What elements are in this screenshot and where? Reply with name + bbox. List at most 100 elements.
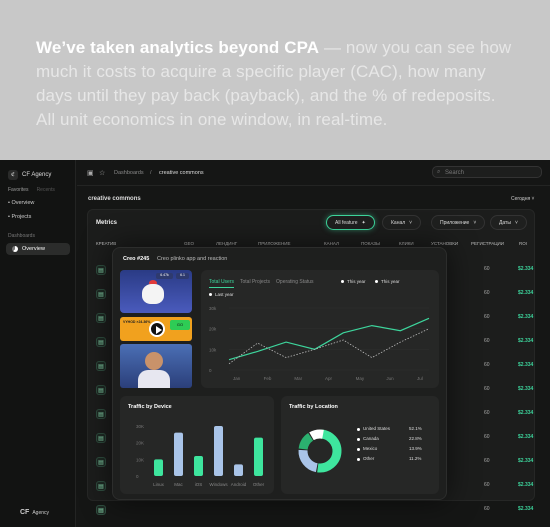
search-input[interactable]: ⌕ Search [432, 166, 542, 178]
x-tick-label: Android [231, 482, 247, 487]
cell-registrations: 60 [484, 386, 490, 392]
col-geo[interactable]: GEO [184, 241, 194, 246]
cell-roi: $2.334 [518, 314, 534, 320]
creative-icon: ▤ [96, 385, 106, 395]
creative-icon: ▤ [96, 409, 106, 419]
traffic-by-device-card: Traffic by Device 30K 20K 10K 0 Linux Mac iOS W… [120, 396, 274, 494]
tab-recents[interactable]: Recents [37, 187, 55, 193]
x-tick-label: Jun [386, 376, 394, 381]
sidebar-item-projects[interactable]: • Projects [8, 214, 31, 220]
cell-roi: $2.334 [518, 434, 534, 440]
creo-preview[interactable]: 6.47k 6.1 VYHOD ×24.36% GO [120, 270, 192, 388]
creo-stat-1: 6.47k [156, 273, 173, 279]
legend-label: Mexico [363, 446, 378, 451]
filter-app[interactable]: Приложение ˅ [431, 215, 486, 230]
brand-name: CF Agency [22, 172, 52, 178]
creo-stat-2: 6.1 [176, 273, 189, 279]
hero-banner: We’ve taken analytics beyond CPA — now y… [0, 0, 550, 160]
legend-item: Other 11.2% [357, 456, 432, 465]
filter-dates[interactable]: Даты ˅ [490, 215, 527, 230]
cell-registrations: 60 [484, 410, 490, 416]
creative-icon: ▤ [96, 337, 106, 347]
period-select[interactable]: Сегодня ˅ [511, 196, 534, 202]
pie-slice [317, 429, 342, 473]
breadcrumb-current: creative commons [159, 170, 204, 176]
sidebar-item-overview-active[interactable]: Overview [6, 243, 70, 255]
y-tick-label: 10k [209, 347, 217, 352]
y-tick-label: 0 [136, 474, 139, 479]
cell-roi: $2.334 [518, 290, 534, 296]
play-icon[interactable] [149, 321, 165, 337]
cell-roi: $2.334 [518, 458, 534, 464]
series-line-1 [228, 328, 430, 365]
x-tick-label: Mac [174, 482, 183, 487]
x-tick-label: Jul [417, 376, 423, 381]
sidebar-item-label: Projects [11, 214, 32, 220]
creo-title: Creo #245 [123, 256, 150, 262]
pie-slice [298, 433, 314, 450]
creo-banner: VYHOD ×24.36% [123, 320, 151, 324]
col-clicks[interactable]: КЛИКИ [399, 241, 414, 246]
sidebar-section-dashboards: Dashboards [8, 233, 35, 239]
legend-value: 13.9% [409, 446, 422, 451]
y-tick-label: 0 [209, 368, 212, 373]
chicken-image [142, 284, 164, 304]
y-tick-label: 20K [136, 441, 144, 446]
sidebar-toggle-icon[interactable]: ▣ [87, 169, 94, 177]
legend-value: 22.8% [409, 436, 422, 441]
filter-channel[interactable]: Канал ˅ [382, 215, 422, 230]
col-installs[interactable]: УСТАНОВКИ [431, 241, 458, 246]
person-head [145, 352, 163, 370]
tab-favorites[interactable]: Favorites [8, 187, 29, 193]
bar [214, 426, 223, 476]
legend-item: Mexico 13.9% [357, 446, 432, 455]
col-app[interactable]: ПРИЛОЖЕНИЕ [258, 241, 290, 246]
cell-registrations: 60 [484, 338, 490, 344]
cell-roi: $2.334 [518, 410, 534, 416]
hero-text: We’ve taken analytics beyond CPA — now y… [36, 36, 516, 132]
creative-icon: ▤ [96, 289, 106, 299]
table-row[interactable]: ▤ 60 $2.334 [88, 505, 536, 516]
legend-dot [357, 438, 360, 441]
col-roi[interactable]: ROI [519, 241, 527, 246]
col-creative[interactable]: КРЕАТИВ [96, 241, 116, 246]
y-tick-label: 30k [209, 306, 217, 311]
topbar: ▣ ☆ Dashboards / creative commons ⌕ Sear… [77, 160, 550, 186]
creative-icon: ▤ [96, 433, 106, 443]
cell-registrations: 60 [484, 362, 490, 368]
users-line-chart: 30k 20k 10k 0 Jan Feb Mar Apr May Jun Jul [209, 306, 430, 381]
cell-roi: $2.334 [518, 482, 534, 488]
chip-label: Канал [391, 219, 406, 226]
creative-icon: ▤ [96, 361, 106, 371]
footer-logo: CF Agency [20, 509, 49, 516]
pie-slice [298, 449, 318, 473]
cell-registrations: 60 [484, 506, 490, 512]
cell-roi: $2.334 [518, 506, 534, 512]
sparkle-icon: ✦ [361, 219, 366, 226]
x-tick-label: Feb [264, 376, 272, 381]
creo-go-button: GO [170, 320, 190, 330]
breadcrumb-dashboards[interactable]: Dashboards [114, 170, 144, 176]
star-icon[interactable]: ☆ [99, 169, 105, 177]
sidebar-item-overview[interactable]: • Overview [8, 200, 34, 206]
page-title: creative commons [88, 196, 141, 202]
col-landing[interactable]: ЛЕНДИНГ [216, 241, 237, 246]
cell-registrations: 60 [484, 266, 490, 272]
col-impressions[interactable]: ПОКАЗЫ [361, 241, 380, 246]
col-channel[interactable]: КАНАЛ [324, 241, 339, 246]
brand[interactable]: ℭ CF Agency [8, 170, 51, 180]
cell-roi: $2.334 [518, 266, 534, 272]
x-tick-label: Mar [294, 376, 302, 381]
sidebar-tabs: Favorites Recents [8, 187, 55, 193]
cell-roi: $2.334 [518, 338, 534, 344]
creative-icon: ▤ [96, 505, 106, 515]
legend-label: United States [363, 426, 391, 431]
legend-item: United States 52.1% [357, 426, 432, 435]
col-registrations[interactable]: РЕГИСТРАЦИИ [471, 241, 504, 246]
legend-dot [357, 448, 360, 451]
chip-label: All feature [335, 219, 358, 226]
cell-registrations: 60 [484, 314, 490, 320]
creo-detail-card: Creo #245 Creo plinko app and reaction 6… [112, 247, 447, 500]
x-tick-label: Apr [325, 376, 333, 381]
filter-all-feature[interactable]: All feature ✦ [326, 215, 375, 230]
